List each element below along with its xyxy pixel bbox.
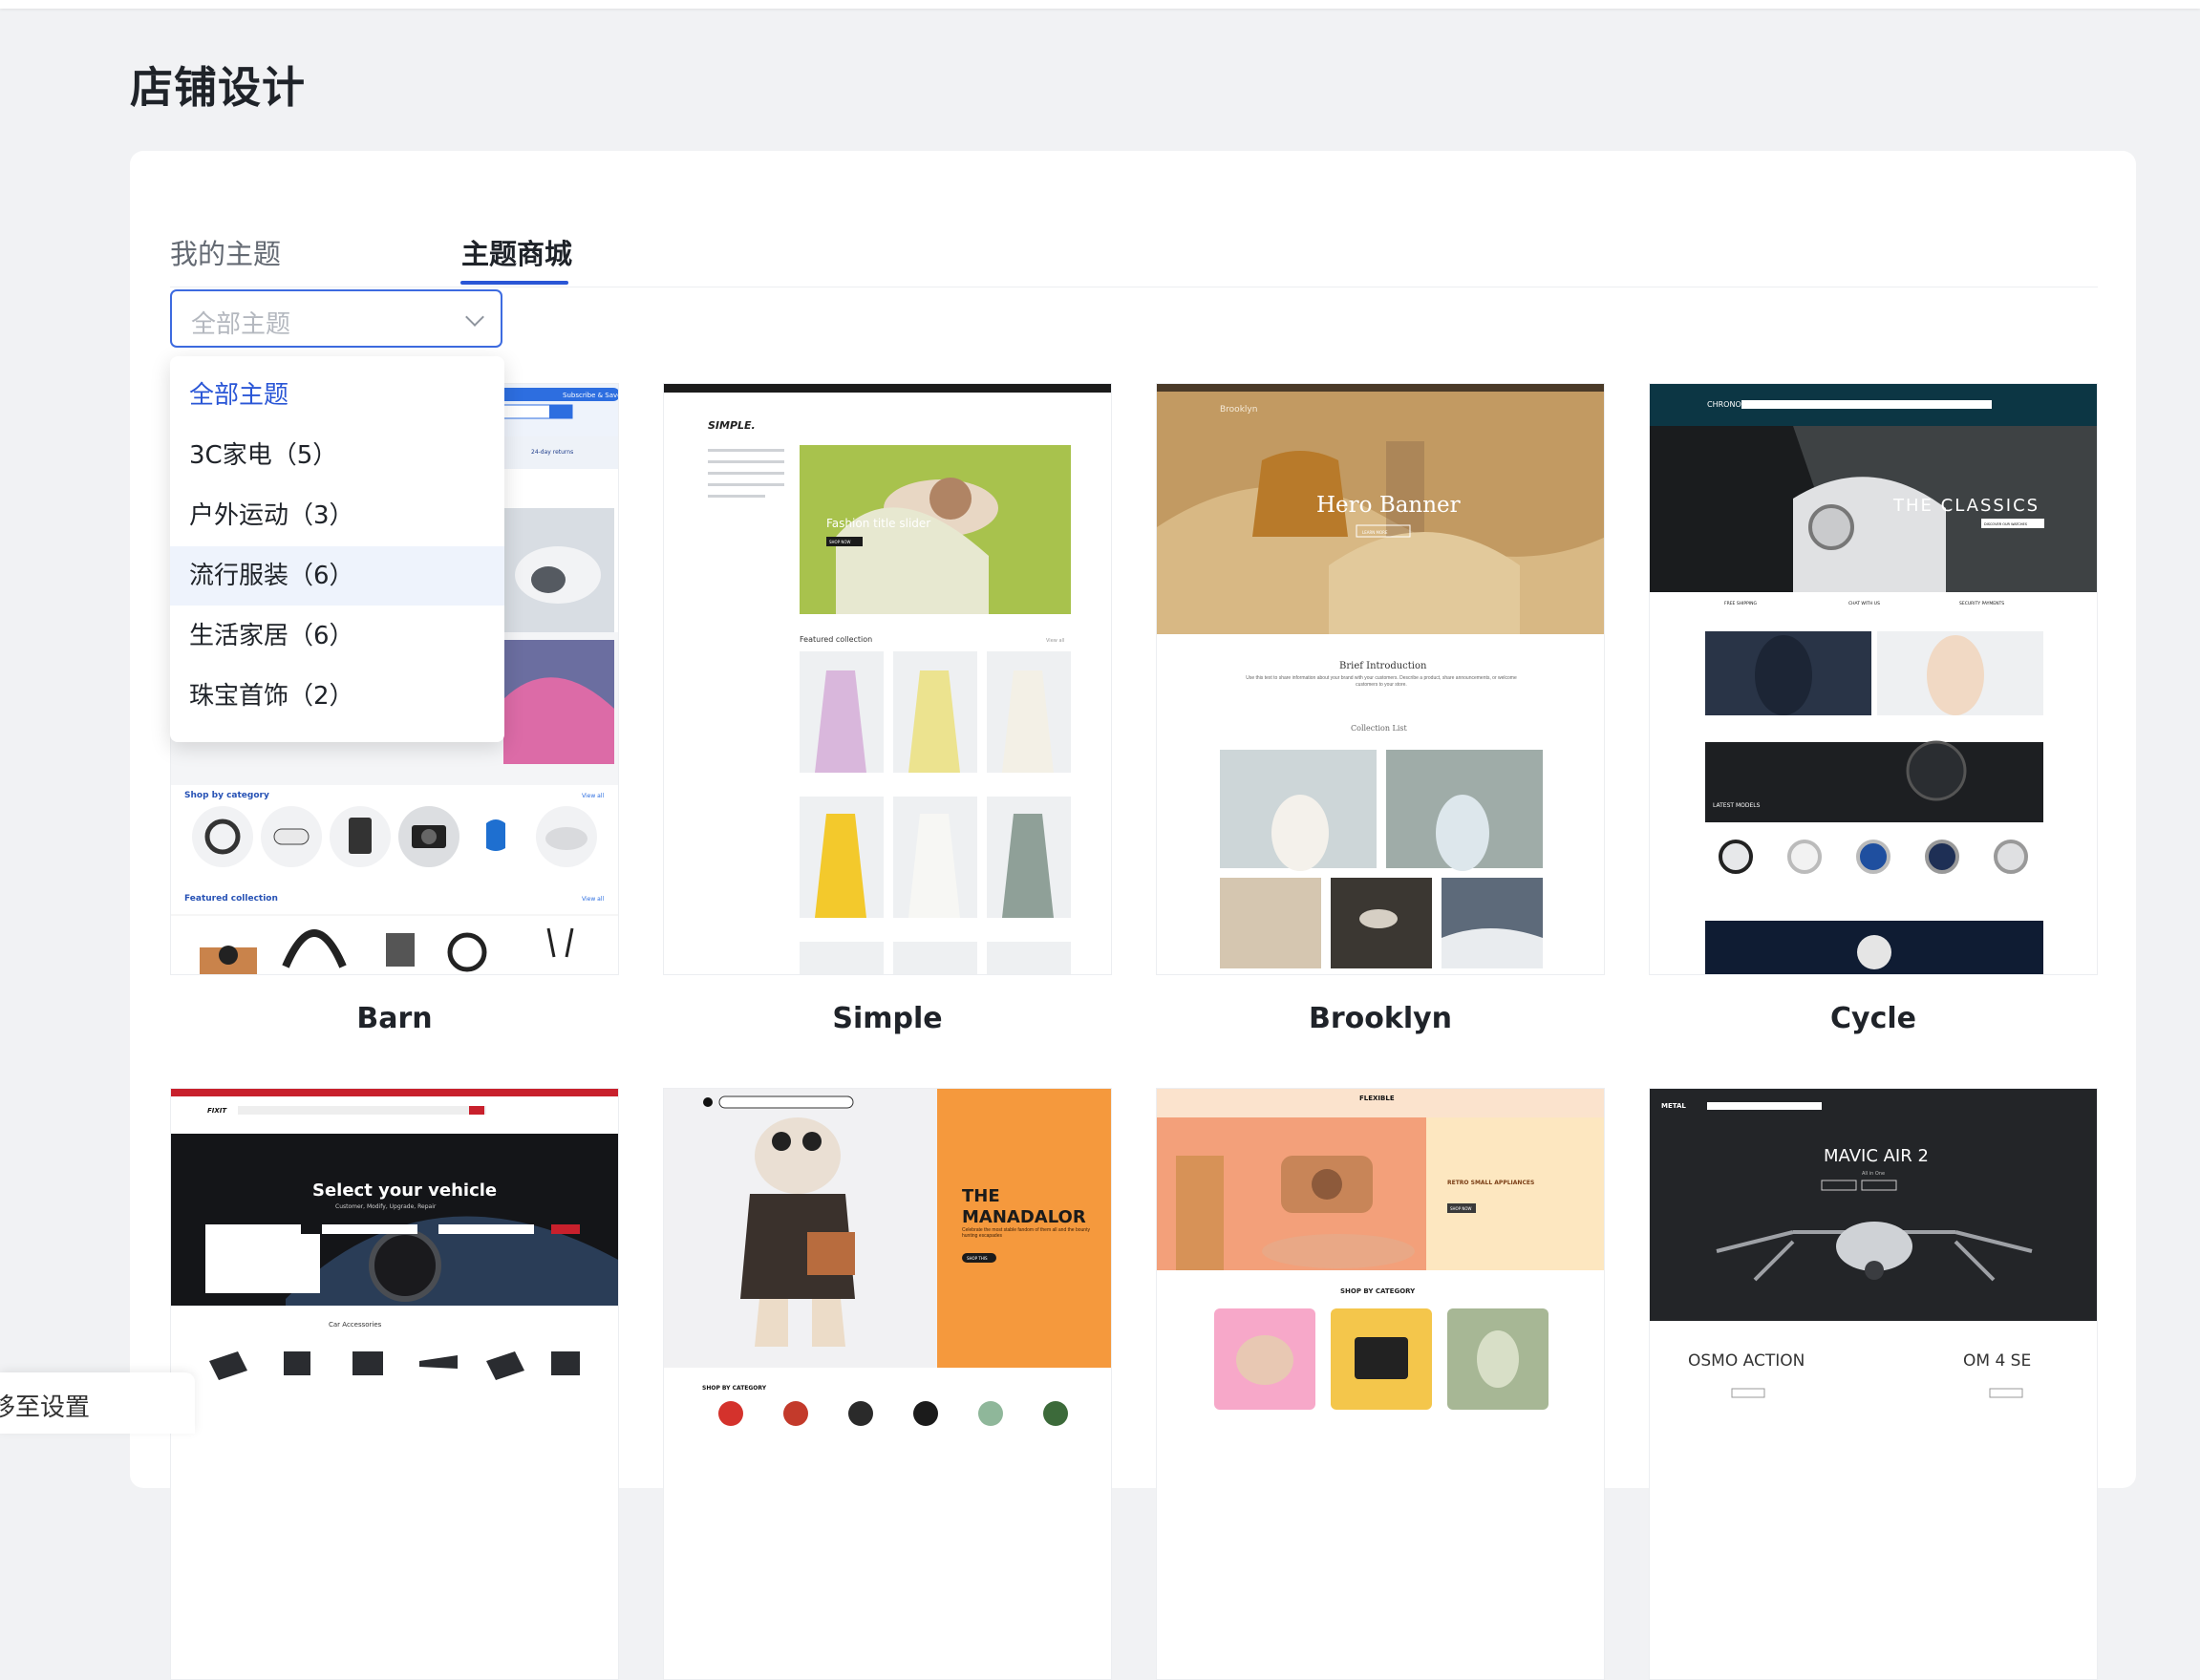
theme-name-simple[interactable]: Simple [663, 1002, 1112, 1035]
cycle-feature-3: SECURITY PAYMENTS [1959, 601, 2004, 606]
manadalor-title-1: THE [962, 1186, 1000, 1206]
manadalor-button: SHOP THIS [967, 1256, 988, 1261]
flexible-shop-by-category: SHOP BY CATEGORY [1340, 1287, 1416, 1295]
cycle-feature-1: FREE SHIPPING [1724, 601, 1758, 606]
theme-preview-simple[interactable]: SIMPLE. Fashion title slider SHOP NOW Fe… [663, 383, 1112, 975]
move-to-settings-toast[interactable]: 移至设置 [0, 1372, 195, 1434]
simple-logo: SIMPLE. [708, 419, 756, 432]
simple-view-all: View all [1046, 638, 1064, 644]
dropdown-option-home-living[interactable]: 生活家居（6） [170, 606, 504, 666]
flexible-hero-button: SHOP NOW [1450, 1206, 1472, 1211]
brooklyn-logo: Brooklyn [1220, 405, 1257, 415]
theme-category-placeholder: 全部主题 [191, 310, 291, 339]
barn-featured-collection: Featured collection [184, 894, 278, 904]
dropdown-option-jewelry[interactable]: 珠宝首饰（2） [170, 667, 504, 726]
manadalor-shop-by-category: SHOP BY CATEGORY [702, 1385, 767, 1392]
brooklyn-intro-title: Brief Introduction [1339, 661, 1427, 671]
metal-hero-sub: All in One [1862, 1171, 1885, 1177]
manadalor-hero-body: Celebrate the most stable fandom of them… [962, 1227, 1090, 1239]
simple-hero-button: SHOP NOW [829, 540, 851, 544]
fixit-car-accessories: Car Accessories [329, 1321, 382, 1329]
fixit-logo: FIXIT [207, 1107, 227, 1115]
barn-view-all-1: View all [582, 793, 604, 799]
theme-preview-metal[interactable]: METAL MAVIC AIR 2 All in One OSMO ACTION… [1649, 1088, 2098, 1680]
barn-subscribe-text: Subscribe & Save [563, 392, 619, 399]
theme-category-dropdown: 全部主题 3C家电（5） 户外运动（3） 流行服装（6） 生活家居（6） 珠宝首… [170, 356, 504, 742]
cycle-latest-models: LATEST MODELS [1713, 802, 1761, 809]
barn-view-all-2: View all [582, 896, 604, 903]
barn-returns-text: 24-day returns [531, 449, 573, 456]
flexible-logo: FLEXIBLE [1359, 1095, 1395, 1102]
theme-preview-fixit[interactable]: FIXIT Select your vehicle Customer, Modi… [170, 1088, 619, 1680]
metal-product-1: OSMO ACTION [1688, 1351, 1805, 1371]
dropdown-option-3c-appliances[interactable]: 3C家电（5） [170, 426, 504, 485]
metal-logo: METAL [1661, 1102, 1686, 1110]
brooklyn-hero-text: Hero Banner [1316, 493, 1461, 518]
theme-store-card: 我的主题 主题商城 全部主题 Subscribe & Save 24-day r… [130, 151, 2136, 1680]
theme-name-cycle[interactable]: Cycle [1649, 1002, 2098, 1035]
fixit-hero-sub: Customer, Modify, Upgrade, Repair [335, 1203, 437, 1210]
fixit-hero-title: Select your vehicle [312, 1180, 497, 1201]
top-bar [0, 0, 2200, 9]
theme-name-barn[interactable]: Barn [170, 1002, 619, 1035]
page-title: 店铺设计 [130, 62, 307, 113]
theme-preview-flexible[interactable]: FLEXIBLE RETRO SMALL APPLIANCES SHOP NOW… [1156, 1088, 1605, 1680]
active-tab-indicator [460, 281, 568, 285]
cycle-hero-text: THE CLASSICS [1892, 496, 2040, 516]
tab-theme-store[interactable]: 主题商城 [461, 232, 572, 272]
cycle-logo: CHRONO [1707, 400, 1741, 409]
theme-preview-manadalor[interactable]: THE MANADALOR Celebrate the most stable … [663, 1088, 1112, 1680]
barn-shop-by-category: Shop by category [184, 791, 269, 800]
theme-name-brooklyn[interactable]: Brooklyn [1156, 1002, 1605, 1035]
dropdown-option-all[interactable]: 全部主题 [170, 366, 504, 425]
theme-preview-brooklyn[interactable]: Brooklyn Hero Banner LEARN MORE Brief In… [1156, 383, 1605, 975]
brooklyn-hero-button: LEARN MORE [1362, 530, 1388, 535]
dropdown-option-fashion[interactable]: 流行服装（6） [170, 546, 504, 606]
theme-category-select[interactable]: 全部主题 [170, 289, 502, 348]
chevron-down-icon [465, 308, 484, 327]
simple-hero-text: Fashion title slider [826, 517, 930, 530]
tab-bar: 我的主题 主题商城 [170, 189, 2098, 287]
metal-hero-title: MAVIC AIR 2 [1824, 1146, 1929, 1166]
cycle-hero-button: DISCOVER OUR WATCHES [1984, 522, 2028, 526]
brooklyn-intro-body: Use this text to share information about… [1246, 675, 1517, 688]
toast-text: 移至设置 [0, 1393, 91, 1422]
manadalor-title-2: MANADALOR [962, 1207, 1086, 1227]
brooklyn-collection-title: Collection List [1351, 724, 1408, 733]
theme-preview-cycle[interactable]: CHRONO THE CLASSICS DISCOVER OUR WATCHES… [1649, 383, 2098, 975]
simple-featured-collection: Featured collection [800, 635, 872, 644]
cycle-feature-2: CHAT WITH US [1848, 601, 1880, 606]
tab-my-themes[interactable]: 我的主题 [170, 232, 281, 272]
flexible-hero-title: RETRO SMALL APPLIANCES [1447, 1180, 1534, 1186]
metal-product-2: OM 4 SE [1963, 1351, 2031, 1371]
dropdown-option-outdoor-sports[interactable]: 户外运动（3） [170, 486, 504, 545]
